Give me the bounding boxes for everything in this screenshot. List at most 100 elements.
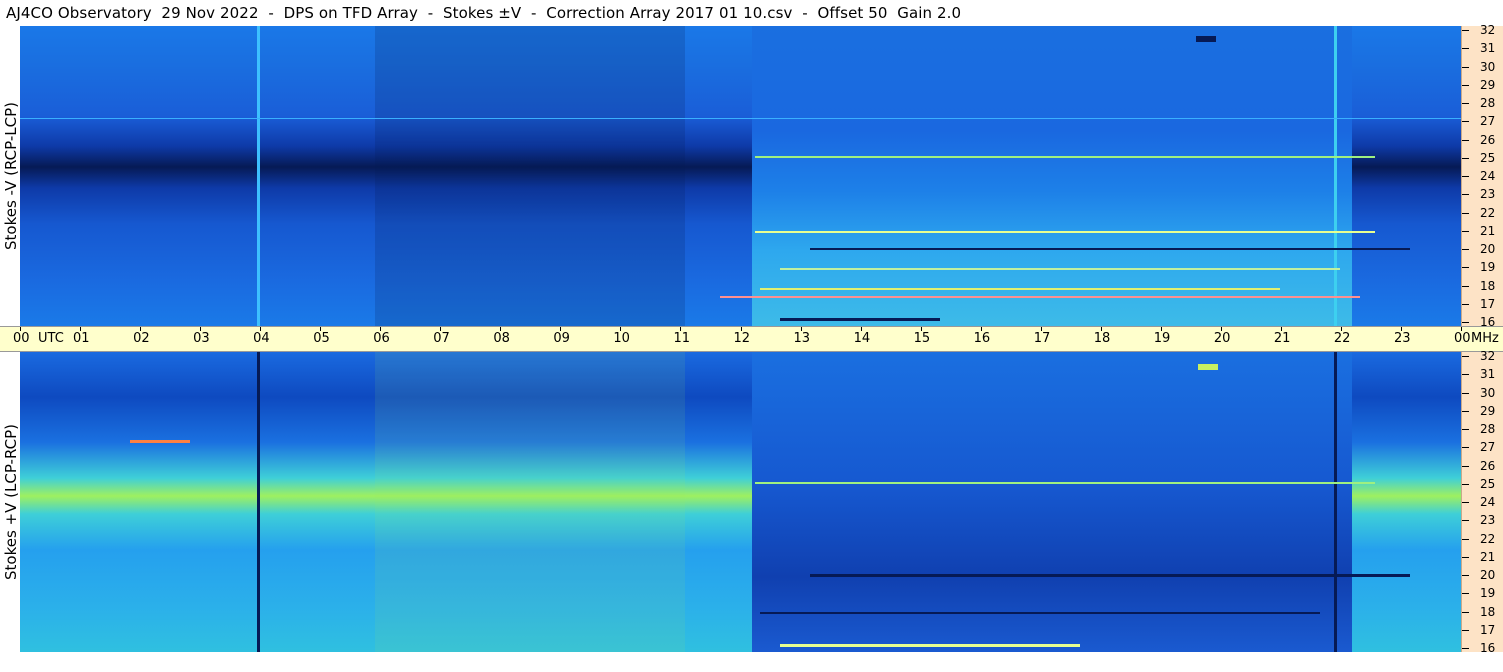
frequency-label-bottom-31: 31 — [1480, 367, 1496, 382]
frequency-label-bottom-19: 19 — [1480, 586, 1496, 601]
time-label-22: 22 — [1333, 331, 1351, 346]
frequency-axis-bottom: 32 31 30 29 28 27 26 25 24 23 22 21 20 19 18 17 16 — [1461, 349, 1503, 654]
frequency-label-bottom-23: 23 — [1480, 513, 1496, 528]
frequency-label-top-26: 26 — [1480, 132, 1496, 147]
frequency-label-top-29: 29 — [1480, 77, 1496, 92]
time-label-2: 02 — [133, 331, 150, 346]
time-label-17: 17 — [1033, 331, 1051, 346]
panel-top-label: Stokes -V (RCP-LCP) — [2, 102, 20, 250]
frequency-label-top-27: 27 — [1480, 114, 1496, 129]
frequency-label-top-22: 22 — [1480, 205, 1496, 220]
panel-top-ylabel: Stokes -V (RCP-LCP) — [0, 26, 22, 326]
time-label-20: 20 — [1213, 331, 1231, 346]
time-axis: 00 01 02 03 04 05 06 07 08 09 10 11 12 13 14 15 16 17 18 19… — [0, 326, 1503, 352]
frequency-tick-top-16 — [1462, 322, 1469, 323]
time-label-19: 19 — [1153, 331, 1171, 346]
spectrogram-bottom-image — [20, 352, 1461, 652]
panel-bottom-label: Stokes +V (LCP-RCP) — [2, 424, 20, 580]
frequency-label-bottom-17: 17 — [1480, 622, 1496, 637]
time-label-4: 04 — [253, 331, 270, 346]
frequency-tick-bottom-25 — [1462, 483, 1469, 485]
frequency-label-bottom-26: 26 — [1480, 458, 1496, 473]
frequency-tick-bottom-24 — [1462, 502, 1469, 503]
frequency-tick-bottom-16 — [1462, 648, 1469, 649]
window-title: AJ4CO Observatory 29 Nov 2022 - DPS on T… — [6, 4, 962, 22]
spectrogram-top — [20, 26, 1461, 326]
time-label-14: 14 — [853, 331, 871, 346]
time-label-0: 00 — [13, 331, 30, 346]
frequency-label-top-24: 24 — [1480, 169, 1496, 183]
frequency-tick-bottom-29 — [1462, 410, 1469, 412]
time-label-10: 10 — [613, 331, 630, 346]
frequency-tick-top-17 — [1462, 303, 1469, 305]
time-label-21: 21 — [1273, 331, 1291, 346]
frequency-tick-bottom-30 — [1462, 392, 1469, 394]
frequency-label-bottom-20: 20 — [1480, 568, 1496, 582]
frequency-tick-top-26 — [1462, 139, 1469, 141]
frequency-tick-bottom-26 — [1462, 465, 1469, 467]
time-label-16: 16 — [973, 331, 991, 346]
time-label-12: 12 — [733, 331, 751, 346]
frequency-tick-bottom-20 — [1462, 575, 1469, 576]
frequency-label-top-32: 32 — [1480, 23, 1496, 37]
time-label-5: 05 — [313, 331, 330, 346]
frequency-label-top-18: 18 — [1480, 278, 1496, 293]
time-label-18: 18 — [1093, 331, 1111, 346]
frequency-tick-top-25 — [1462, 157, 1469, 159]
time-axis-unit: UTC — [38, 331, 64, 346]
frequency-tick-bottom-22 — [1462, 538, 1469, 540]
frequency-label-bottom-25: 25 — [1480, 476, 1496, 491]
frequency-tick-bottom-21 — [1462, 556, 1469, 558]
time-label-7: 07 — [433, 331, 450, 346]
frequency-label-top-21: 21 — [1480, 223, 1496, 238]
frequency-label-bottom-22: 22 — [1480, 531, 1496, 546]
frequency-tick-top-27 — [1462, 121, 1469, 123]
panel-bottom-ylabel: Stokes +V (LCP-RCP) — [0, 352, 22, 652]
frequency-tick-top-28 — [1462, 103, 1469, 104]
frequency-label-top-20: 20 — [1480, 242, 1496, 256]
time-label-3: 03 — [193, 331, 210, 346]
frequency-tick-top-23 — [1462, 194, 1469, 196]
time-label-1: 01 — [73, 331, 90, 346]
frequency-label-top-30: 30 — [1480, 59, 1496, 74]
time-label-8: 08 — [493, 331, 510, 346]
frequency-label-bottom-29: 29 — [1480, 403, 1496, 418]
frequency-tick-bottom-17 — [1462, 629, 1469, 631]
time-label-24: 00 — [1454, 331, 1471, 346]
frequency-label-top-25: 25 — [1480, 150, 1496, 165]
frequency-label-bottom-30: 30 — [1480, 385, 1496, 400]
frequency-axis-top: 32 31 30 29 28 27 26 25 24 23 22 21 20 19 18 17 16 — [1461, 23, 1503, 328]
frequency-tick-top-32 — [1462, 30, 1469, 31]
frequency-label-bottom-21: 21 — [1480, 549, 1496, 564]
time-label-6: 06 — [373, 331, 390, 346]
frequency-tick-bottom-28 — [1462, 429, 1469, 430]
time-label-13: 13 — [793, 331, 811, 346]
frequency-tick-bottom-18 — [1462, 611, 1469, 613]
spectrogram-top-image — [20, 26, 1461, 326]
frequency-label-bottom-24: 24 — [1480, 495, 1496, 509]
frequency-tick-top-31 — [1462, 48, 1469, 50]
frequency-label-top-23: 23 — [1480, 187, 1496, 202]
frequency-axis-unit: MHz — [1471, 331, 1499, 346]
frequency-label-bottom-27: 27 — [1480, 440, 1496, 455]
frequency-tick-top-18 — [1462, 285, 1469, 287]
frequency-tick-bottom-27 — [1462, 447, 1469, 449]
time-label-9: 09 — [553, 331, 570, 346]
frequency-tick-bottom-32 — [1462, 356, 1469, 357]
frequency-label-top-19: 19 — [1480, 260, 1496, 275]
frequency-tick-top-19 — [1462, 267, 1469, 269]
frequency-tick-bottom-31 — [1462, 374, 1469, 376]
frequency-tick-top-29 — [1462, 84, 1469, 86]
time-label-23: 23 — [1393, 331, 1411, 346]
spectrogram-bottom — [20, 352, 1461, 652]
frequency-label-bottom-28: 28 — [1480, 422, 1496, 436]
time-label-15: 15 — [913, 331, 931, 346]
frequency-label-top-17: 17 — [1480, 296, 1496, 311]
frequency-label-top-28: 28 — [1480, 96, 1496, 110]
time-label-11: 11 — [673, 331, 690, 346]
frequency-tick-top-21 — [1462, 230, 1469, 232]
frequency-tick-top-30 — [1462, 66, 1469, 68]
frequency-tick-bottom-19 — [1462, 593, 1469, 595]
bottom-margin — [0, 652, 1503, 672]
frequency-label-bottom-32: 32 — [1480, 349, 1496, 363]
